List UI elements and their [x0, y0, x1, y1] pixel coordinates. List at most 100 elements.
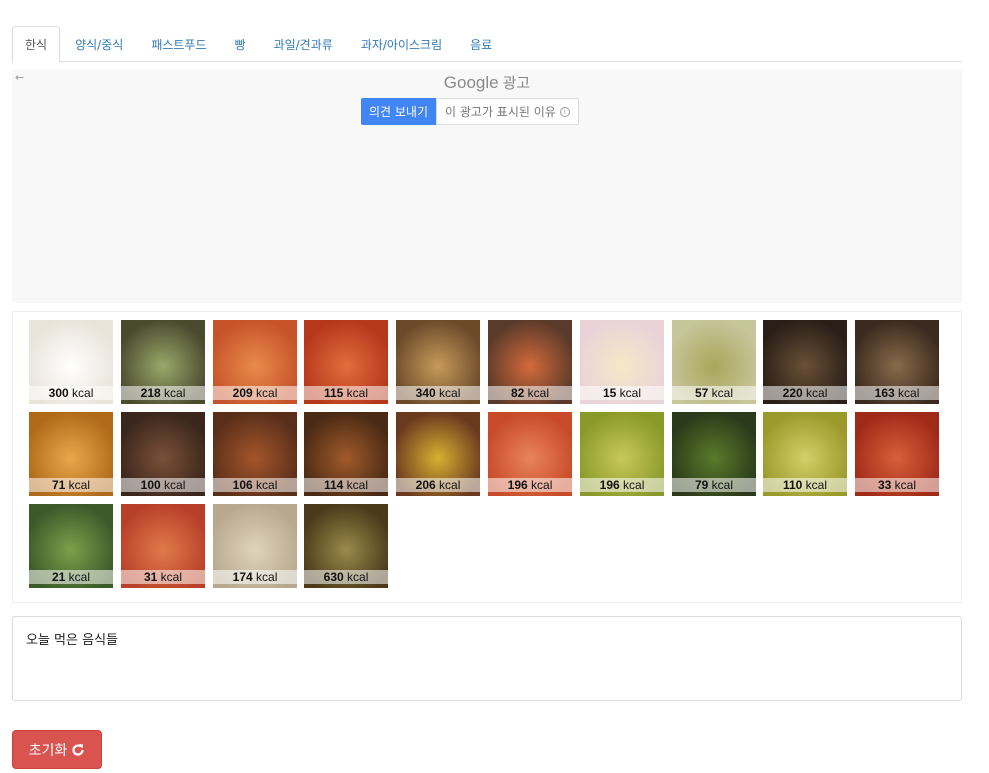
kcal-label: 106 kcal: [213, 478, 297, 492]
kcal-label: 15 kcal: [580, 386, 664, 400]
kcal-unit: kcal: [68, 478, 91, 492]
kcal-label: 114 kcal: [304, 478, 388, 492]
kcal-unit: kcal: [347, 570, 369, 584]
food-item[interactable]: 206 kcal: [396, 412, 480, 496]
ad-feedback-button[interactable]: 의견 보내기: [361, 98, 437, 125]
kcal-label: 31 kcal: [121, 570, 205, 584]
food-item[interactable]: 630 kcal: [304, 504, 388, 588]
food-item[interactable]: 196 kcal: [580, 412, 664, 496]
kcal-label: 33 kcal: [855, 478, 939, 492]
kcal-unit: kcal: [439, 478, 461, 492]
kcal-value: 196: [507, 478, 528, 492]
reset-label: 초기화: [28, 742, 68, 759]
tab-4[interactable]: 과일/견과류: [261, 26, 346, 62]
kcal-label: 206 kcal: [396, 478, 480, 492]
food-item[interactable]: 15 kcal: [580, 320, 664, 404]
food-item[interactable]: 21 kcal: [29, 504, 113, 588]
kcal-value: 115: [323, 386, 344, 400]
kcal-unit: kcal: [346, 386, 369, 400]
kcal-value: 110: [782, 478, 803, 492]
food-item[interactable]: 218 kcal: [121, 320, 205, 404]
ad-buttons: 의견 보내기 이 광고가 표시된 이유 i: [361, 98, 579, 125]
food-item[interactable]: 220 kcal: [763, 320, 847, 404]
tab-1[interactable]: 양식/중식: [62, 26, 136, 62]
kcal-label: 110 kcal: [763, 478, 847, 492]
food-item[interactable]: 82 kcal: [488, 320, 572, 404]
kcal-value: 209: [232, 386, 253, 400]
kcal-value: 114: [323, 478, 344, 492]
kcal-value: 340: [415, 386, 436, 400]
kcal-value: 218: [140, 386, 161, 400]
kcal-unit: kcal: [72, 386, 94, 400]
kcal-label: 209 kcal: [213, 386, 297, 400]
food-grid: 300 kcal 218 kcal 209 kcal 115 kcal 340 kcal…: [12, 311, 962, 603]
kcal-unit: kcal: [164, 478, 186, 492]
ad-brand: Google 광고: [12, 72, 962, 93]
kcal-label: 340 kcal: [396, 386, 480, 400]
food-item[interactable]: 33 kcal: [855, 412, 939, 496]
tab-0[interactable]: 한식: [12, 26, 61, 63]
kcal-label: 196 kcal: [488, 478, 572, 492]
ad-label: 광고: [502, 74, 531, 92]
kcal-value: 206: [415, 478, 436, 492]
food-item[interactable]: 300 kcal: [29, 320, 113, 404]
food-item[interactable]: 174 kcal: [213, 504, 297, 588]
kcal-label: 300 kcal: [29, 386, 113, 400]
kcal-value: 163: [874, 386, 895, 400]
kcal-unit: kcal: [531, 478, 553, 492]
kcal-label: 196 kcal: [580, 478, 664, 492]
eaten-foods-box[interactable]: 오늘 먹은 음식들: [12, 616, 962, 701]
kcal-label: 21 kcal: [29, 570, 113, 584]
food-item[interactable]: 163 kcal: [855, 320, 939, 404]
kcal-unit: kcal: [711, 478, 734, 492]
kcal-unit: kcal: [805, 478, 828, 492]
info-icon: i: [559, 106, 570, 117]
kcal-value: 106: [232, 478, 253, 492]
kcal-value: 79: [694, 478, 709, 492]
kcal-label: 163 kcal: [855, 386, 939, 400]
kcal-unit: kcal: [346, 478, 369, 492]
kcal-unit: kcal: [256, 570, 278, 584]
food-item[interactable]: 110 kcal: [763, 412, 847, 496]
food-category-tabs: 한식 양식/중식 패스트푸드 빵 과일/견과류 과자/아이스크림 음료: [12, 26, 962, 63]
kcal-value: 82: [510, 386, 525, 400]
kcal-unit: kcal: [898, 386, 920, 400]
kcal-unit: kcal: [164, 386, 186, 400]
reset-button[interactable]: 초기화: [12, 730, 102, 769]
kcal-label: 100 kcal: [121, 478, 205, 492]
kcal-label: 174 kcal: [213, 570, 297, 584]
food-item[interactable]: 115 kcal: [304, 320, 388, 404]
kcal-value: 196: [599, 478, 620, 492]
kcal-label: 220 kcal: [763, 386, 847, 400]
tab-3[interactable]: 빵: [222, 26, 259, 62]
ad-why-label: 이 광고가 표시된 이유: [445, 105, 556, 119]
kcal-value: 71: [51, 478, 66, 492]
kcal-unit: kcal: [711, 386, 734, 400]
tab-6[interactable]: 음료: [457, 26, 505, 62]
kcal-unit: kcal: [68, 570, 91, 584]
kcal-unit: kcal: [256, 478, 278, 492]
kcal-label: 71 kcal: [29, 478, 113, 492]
google-logo: Google: [443, 73, 499, 92]
food-item[interactable]: 196 kcal: [488, 412, 572, 496]
kcal-unit: kcal: [806, 386, 828, 400]
food-item[interactable]: 31 kcal: [121, 504, 205, 588]
tab-2[interactable]: 패스트푸드: [138, 26, 219, 62]
food-item[interactable]: 209 kcal: [213, 320, 297, 404]
food-item[interactable]: 57 kcal: [672, 320, 756, 404]
tab-5[interactable]: 과자/아이스크림: [348, 26, 455, 62]
food-item[interactable]: 100 kcal: [121, 412, 205, 496]
eaten-foods-title: 오늘 먹은 음식들: [26, 633, 118, 648]
kcal-value: 300: [48, 386, 69, 400]
food-item[interactable]: 340 kcal: [396, 320, 480, 404]
food-item[interactable]: 71 kcal: [29, 412, 113, 496]
food-item[interactable]: 114 kcal: [304, 412, 388, 496]
food-item[interactable]: 79 kcal: [672, 412, 756, 496]
kcal-unit: kcal: [619, 386, 642, 400]
kcal-unit: kcal: [527, 386, 550, 400]
food-item[interactable]: 106 kcal: [213, 412, 297, 496]
ad-why-button[interactable]: 이 광고가 표시된 이유 i: [436, 98, 579, 125]
kcal-label: 79 kcal: [672, 478, 756, 492]
kcal-unit: kcal: [894, 478, 917, 492]
kcal-unit: kcal: [439, 386, 461, 400]
